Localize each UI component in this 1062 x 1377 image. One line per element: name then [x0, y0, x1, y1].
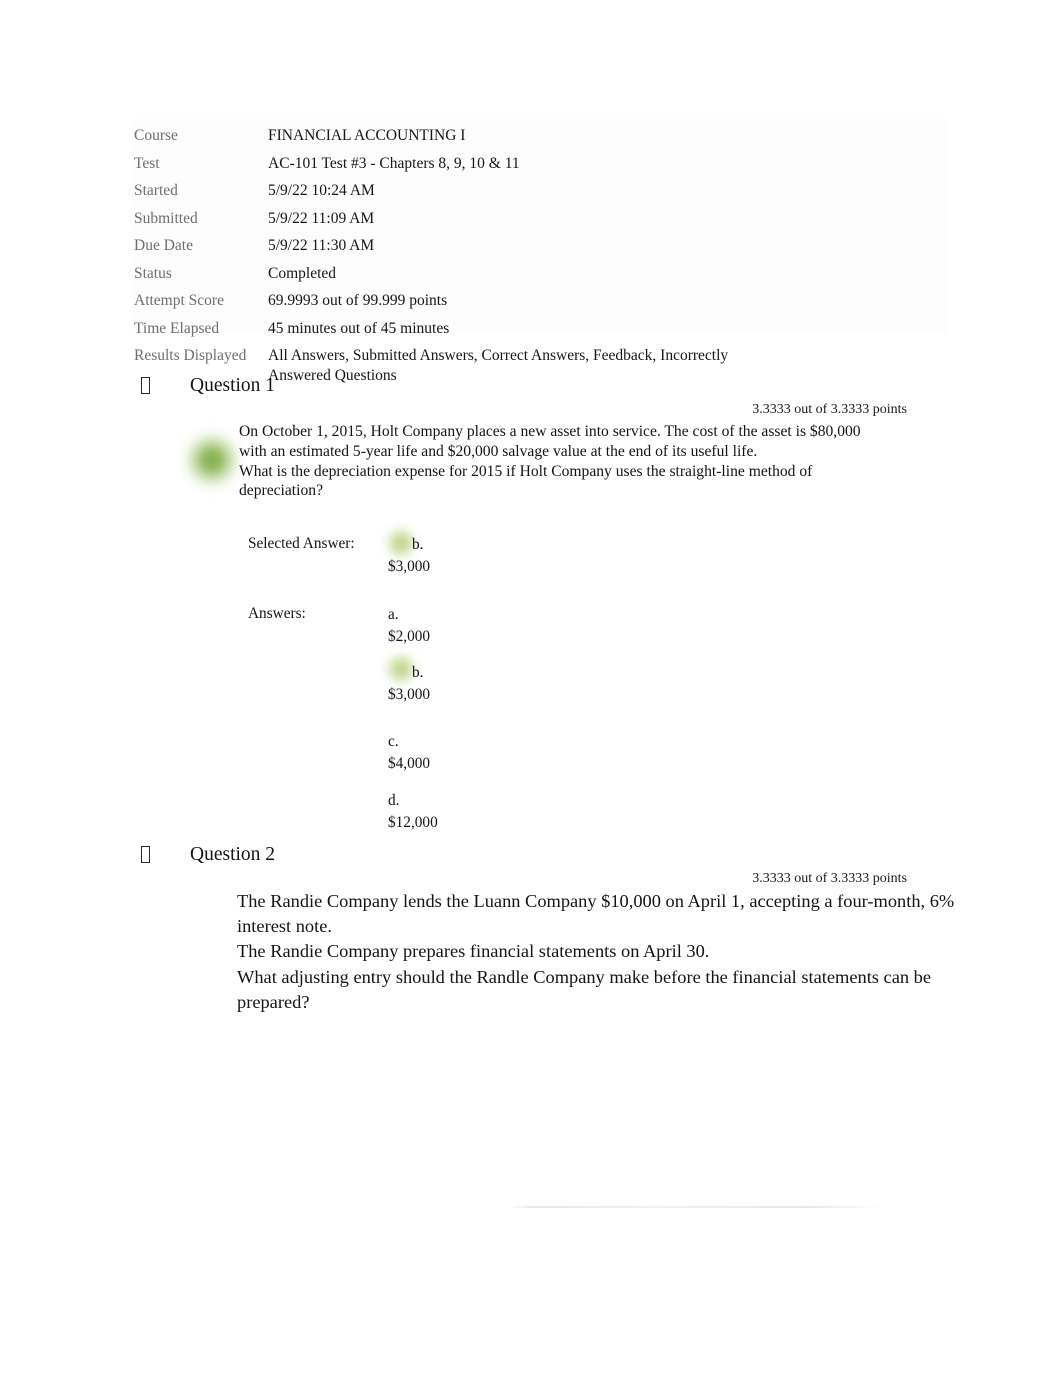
- question-1-header: Question 1: [0, 374, 1062, 400]
- summary-row: Attempt Score 69.9993 out of 99.999 poin…: [134, 291, 964, 310]
- summary-value-due-date: 5/9/22 11:30 AM: [268, 237, 375, 254]
- question-2-points: 3.3333 out of 3.3333 points: [752, 871, 907, 886]
- summary-value-course: FINANCIAL ACCOUNTING I: [268, 127, 466, 144]
- answer-option-c[interactable]: c. $4,000: [388, 731, 588, 774]
- answer-option-d[interactable]: d. $12,000: [388, 790, 588, 833]
- question-block-2: Question 2 3.3333 out of 3.3333 points T…: [0, 843, 1062, 1012]
- question-block-1: Question 1 3.3333 out of 3.3333 points O…: [0, 374, 1062, 831]
- answer-option-c-letter: c.: [388, 733, 399, 750]
- summary-row: Started 5/9/22 10:24 AM: [134, 181, 964, 200]
- summary-label-course: Course: [134, 127, 178, 144]
- selected-answer-letter: b.: [412, 536, 424, 553]
- selected-answer-label: Selected Answer:: [248, 535, 355, 552]
- answer-option-b-letter: b.: [412, 664, 424, 681]
- question-2-header: Question 2: [0, 843, 1062, 869]
- question-1-points: 3.3333 out of 3.3333 points: [752, 402, 907, 417]
- question-1-title: Question 1: [190, 375, 276, 396]
- summary-value-started: 5/9/22 10:24 AM: [268, 182, 375, 199]
- summary-row: Status Completed: [134, 264, 964, 283]
- answer-option-d-text: $12,000: [388, 813, 438, 831]
- summary-label-results-displayed: Results Displayed: [134, 347, 247, 364]
- answers-label: Answers:: [248, 605, 306, 622]
- answer-option-b[interactable]: b. $3,000: [388, 662, 588, 705]
- missing-glyph-box-icon: [141, 377, 150, 394]
- summary-row: Time Elapsed 45 minutes out of 45 minute…: [134, 319, 964, 338]
- summary-label-status: Status: [134, 264, 172, 282]
- selected-answer-option: b. $3,000: [388, 534, 588, 577]
- summary-value-time-elapsed: 45 minutes out of 45 minutes: [268, 319, 450, 337]
- missing-glyph-box-icon: [141, 846, 150, 863]
- summary-value-test: AC-101 Test #3 - Chapters 8, 9, 10 & 11: [268, 154, 520, 172]
- answer-option-a[interactable]: a. $2,000: [388, 604, 588, 647]
- answer-option-d-letter: d.: [388, 792, 400, 809]
- summary-row: Due Date 5/9/22 11:30 AM: [134, 236, 964, 255]
- question-2-body: The Randie Company lends the Luann Compa…: [237, 891, 955, 1012]
- selected-answer-text: $3,000: [388, 557, 431, 575]
- test-summary: Course FINANCIAL ACCOUNTING I Test AC-10…: [134, 126, 964, 395]
- answer-option-c-text: $4,000: [388, 754, 431, 772]
- summary-label-started: Started: [134, 182, 178, 199]
- answer-option-a-letter: a.: [388, 606, 399, 623]
- question-1-body: On October 1, 2015, Holt Company places …: [239, 423, 861, 500]
- summary-value-attempt-score: 69.9993 out of 99.999 points: [268, 292, 448, 309]
- summary-row: Test AC-101 Test #3 - Chapters 8, 9, 10 …: [134, 154, 964, 173]
- summary-label-test: Test: [134, 154, 160, 172]
- question-2-title: Question 2: [190, 844, 276, 865]
- summary-value-status: Completed: [268, 264, 337, 282]
- summary-label-due-date: Due Date: [134, 237, 193, 254]
- summary-value-submitted: 5/9/22 11:09 AM: [268, 209, 375, 227]
- summary-label-attempt-score: Attempt Score: [134, 292, 224, 309]
- summary-label-submitted: Submitted: [134, 209, 198, 227]
- answer-option-a-text: $2,000: [388, 627, 431, 645]
- scan-artifact-line: [510, 1206, 882, 1208]
- correct-answer-indicator-icon: [184, 432, 240, 488]
- summary-row: Submitted 5/9/22 11:09 AM: [134, 209, 964, 228]
- summary-row: Course FINANCIAL ACCOUNTING I: [134, 126, 964, 145]
- answer-option-b-text: $3,000: [388, 685, 431, 703]
- summary-label-time-elapsed: Time Elapsed: [134, 319, 220, 337]
